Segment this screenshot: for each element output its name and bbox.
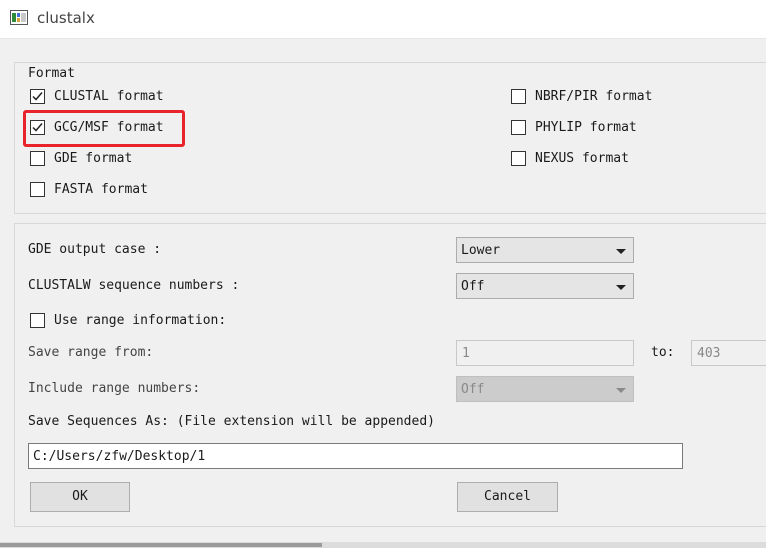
gde-format-option[interactable]: GDE format: [30, 149, 132, 167]
use-range-checkbox[interactable]: [30, 312, 45, 328]
include-range-numbers-value: Off: [461, 382, 485, 397]
save-sequences-as-label: Save Sequences As: (File extension will …: [28, 414, 435, 429]
fasta-format-option[interactable]: FASTA format: [30, 180, 148, 198]
format-group-title: Format: [28, 66, 75, 81]
phylip-format-option[interactable]: PHYLIP format: [511, 118, 637, 136]
cancel-button[interactable]: Cancel: [457, 482, 558, 512]
clustal-format-label: CLUSTAL format: [54, 88, 164, 104]
nbrf-pir-format-label: NBRF/PIR format: [535, 88, 653, 104]
gde-output-case-select[interactable]: Lower: [456, 237, 634, 263]
title-bar: clustalx: [0, 0, 766, 39]
use-range-label: Use range information:: [54, 312, 227, 328]
use-range-option[interactable]: Use range information:: [30, 311, 226, 329]
clustalw-seq-numbers-value: Off: [461, 279, 485, 294]
save-range-label: Save range from:: [28, 345, 154, 360]
save-range-from-field[interactable]: 1: [456, 340, 634, 366]
phylip-format-checkbox[interactable]: [511, 119, 526, 135]
gde-format-checkbox[interactable]: [30, 150, 45, 166]
include-range-numbers-label: Include range numbers:: [28, 381, 201, 396]
clustalw-seq-numbers-select[interactable]: Off: [456, 273, 634, 299]
save-range-to-label: to:: [651, 345, 675, 360]
highlight-box: [23, 110, 185, 147]
nbrf-pir-format-checkbox[interactable]: [511, 88, 526, 104]
bottom-scrollbar[interactable]: [0, 542, 766, 548]
save-path-input[interactable]: [28, 443, 683, 469]
chevron-down-icon: [616, 388, 626, 393]
fasta-format-label: FASTA format: [54, 181, 148, 197]
include-range-numbers-select[interactable]: Off: [456, 376, 634, 402]
ok-button[interactable]: OK: [30, 482, 130, 512]
chevron-down-icon: [616, 249, 626, 254]
nbrf-pir-format-option[interactable]: NBRF/PIR format: [511, 87, 652, 105]
check-icon: [32, 91, 43, 101]
save-range-to-value: 403: [697, 346, 721, 361]
clustal-format-checkbox[interactable]: [30, 88, 45, 104]
nexus-format-label: NEXUS format: [535, 150, 629, 166]
save-range-from-value: 1: [462, 346, 470, 361]
nexus-format-option[interactable]: NEXUS format: [511, 149, 629, 167]
phylip-format-label: PHYLIP format: [535, 119, 637, 135]
fasta-format-checkbox[interactable]: [30, 181, 45, 197]
gde-format-label: GDE format: [54, 150, 133, 166]
scroll-thumb[interactable]: [0, 543, 322, 547]
gde-output-case-value: Lower: [461, 243, 501, 258]
clustalw-seq-numbers-label: CLUSTALW sequence numbers :: [28, 278, 240, 293]
gde-output-case-label: GDE output case :: [28, 242, 162, 257]
window-title: clustalx: [37, 9, 95, 27]
save-range-to-field[interactable]: 403: [691, 340, 766, 366]
nexus-format-checkbox[interactable]: [511, 150, 526, 166]
clustal-format-option[interactable]: CLUSTAL format: [30, 87, 164, 105]
app-icon: [10, 10, 28, 25]
chevron-down-icon: [616, 285, 626, 290]
